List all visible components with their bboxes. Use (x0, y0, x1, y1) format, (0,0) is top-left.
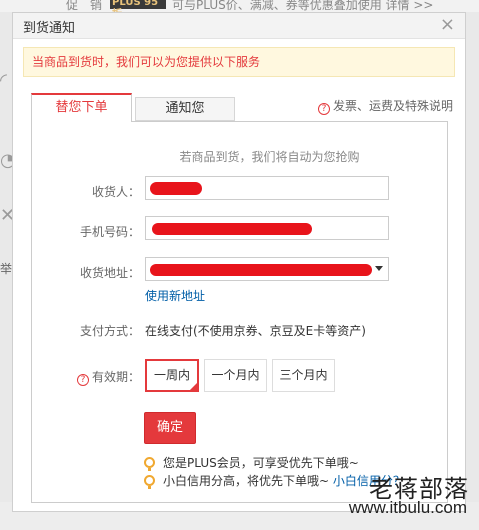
validity-option-one-month[interactable]: 一个月内 (204, 359, 267, 392)
notice-banner: 当商品到货时，我们可以为您提供以下服务 (23, 47, 455, 77)
close-icon[interactable]: × (440, 15, 455, 35)
use-new-address-link[interactable]: 使用新地址 (145, 287, 205, 304)
dialog-title: 到货通知 (23, 21, 76, 36)
validity-option-label: 一个月内 (211, 368, 260, 382)
plus-tip-text: 您是PLUS会员，可享受优先下单哦~ (163, 456, 359, 470)
phone-label: 手机号码： (79, 225, 140, 239)
plus-badge: PLUS 95折 (110, 0, 166, 12)
address-select[interactable] (145, 257, 389, 281)
bg-promo-text: 可与PLUS价、满减、券等优惠叠加使用 详情 >> (172, 0, 434, 12)
validity-label-wrap: ? 有效期： (76, 368, 140, 386)
auto-purchase-hint: 若商品到货，我们将自动为您抢购 (179, 150, 360, 164)
question-icon: ? (317, 103, 330, 115)
receiver-field[interactable] (145, 176, 389, 200)
plus-member-tip: 您是PLUS会员，可享受优先下单哦~ (144, 454, 359, 471)
bg-promo-label-1: 促 (66, 0, 79, 12)
credit-score-tip: 小白信用分高，将优先下单哦~ 小白信用分？ (144, 472, 405, 489)
arrival-notice-dialog: 到货通知 × 当商品到货时，我们可以为您提供以下服务 替您下单 通知您 ? 发票、… (12, 12, 466, 512)
order-panel: 若商品到货，我们将自动为您抢购 收货人： 手机号码： 收货地址： 使用新地址 支… (31, 121, 448, 503)
bg-promo-label-2: 销 (90, 0, 103, 12)
help-link[interactable]: ? 发票、运费及特殊说明 (317, 97, 453, 115)
phone-field[interactable] (145, 216, 389, 240)
payment-value: 在线支付(不使用京券、京豆及E卡等资产) (145, 324, 366, 338)
validity-option-label: 三个月内 (279, 368, 328, 382)
validity-option-three-months[interactable]: 三个月内 (272, 359, 335, 392)
chevron-down-icon (375, 266, 383, 271)
payment-label: 支付方式： (79, 324, 140, 338)
tab-order-for-you[interactable]: 替您下单 (31, 93, 132, 122)
lightbulb-icon (144, 457, 155, 471)
redacted-mark (152, 223, 312, 235)
validity-label: 有效期： (91, 370, 140, 384)
receiver-label: 收货人： (91, 185, 140, 199)
redacted-mark (150, 264, 372, 276)
selected-check-icon (189, 382, 198, 391)
address-label: 收货地址： (79, 266, 140, 280)
dialog-header: 到货通知 × (13, 13, 465, 39)
background-promo-bar: 促 销 PLUS 95折 可与PLUS价、满减、券等优惠叠加使用 详情 >> (0, 0, 479, 12)
lightbulb-icon (144, 475, 155, 489)
watermark-url: www.itbulu.com (348, 498, 467, 517)
redacted-mark (150, 182, 202, 195)
tab-notify-you[interactable]: 通知您 (135, 97, 235, 121)
validity-option-label: 一周内 (153, 368, 190, 382)
validity-option-one-week[interactable]: 一周内 (145, 359, 199, 392)
help-link-text: 发票、运费及特殊说明 (332, 99, 453, 113)
question-icon[interactable]: ? (76, 374, 89, 386)
confirm-button[interactable]: 确定 (144, 412, 196, 444)
credit-tip-text: 小白信用分高，将优先下单哦~ (163, 474, 330, 488)
